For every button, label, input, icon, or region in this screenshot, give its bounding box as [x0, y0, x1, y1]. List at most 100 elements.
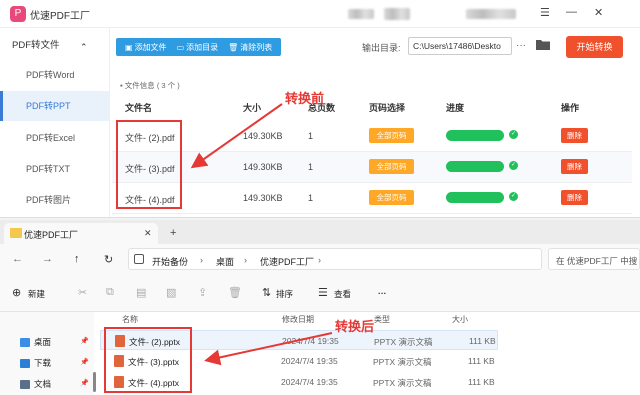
forward-icon[interactable]: → — [42, 253, 53, 265]
annotation-box-after — [104, 327, 192, 393]
sort-button[interactable]: 排序 — [276, 288, 293, 300]
breadcrumb-separator: › — [244, 255, 247, 265]
file-type: PPTX 演示文稿 — [373, 357, 432, 367]
col-header-progress: 进度 — [446, 103, 465, 113]
folder-icon: ▭ — [176, 42, 185, 52]
annotation-box-before — [116, 120, 182, 209]
progress-bar — [446, 192, 504, 203]
check-icon: ✓ — [509, 130, 518, 139]
file-info-label: 文件信息 — [124, 81, 155, 90]
toolbar: ▣ 添加文件 ▭ 添加目录 🗑 清除列表 — [116, 38, 282, 56]
page-select-dropdown[interactable]: 全部页码 — [369, 128, 414, 143]
up-icon[interactable]: ↑ — [74, 253, 80, 265]
col-header-action: 操作 — [561, 103, 580, 113]
sidebar-item-pdf-image[interactable]: PDF转图片 — [0, 185, 110, 215]
sidebar-item-pdf-ppt[interactable]: PDF转PPT — [0, 91, 110, 121]
clear-list-label: 清除列表 — [240, 42, 273, 52]
more-button[interactable]: ··· — [378, 288, 387, 298]
table-row[interactable]: 文件- (2).pdf 149.30KB 1 全部页码 ✓ 删除 — [112, 121, 632, 152]
back-icon[interactable]: ← — [12, 253, 23, 265]
download-icon — [20, 358, 30, 368]
add-directory-button[interactable]: ▭ 添加目录 — [172, 42, 224, 53]
file-info: ▪ 文件信息 ( 3 个 ) — [120, 80, 180, 91]
sidebar-item-pdf-word[interactable]: PDF转Word — [0, 60, 110, 90]
nav-item-downloads[interactable]: 下载 — [20, 357, 51, 369]
clear-list-button[interactable]: 🗑 清除列表 — [223, 42, 277, 53]
delete-button[interactable]: 删除 — [561, 159, 588, 174]
more-options-button[interactable]: ··· — [516, 40, 526, 51]
nav-item-desktop[interactable]: 桌面 — [20, 336, 51, 348]
delete-icon[interactable]: 🗑 — [228, 286, 242, 299]
app-title: 优速PDF工厂 — [30, 11, 90, 22]
table-header: 文件名 大小 总页数 页码选择 进度 操作 — [112, 97, 632, 117]
add-directory-label: 添加目录 — [186, 42, 219, 52]
file-pages: 1 — [308, 131, 314, 141]
rename-icon[interactable]: ▧ — [166, 286, 176, 299]
annotation-label-after: 转换后 — [335, 319, 375, 334]
table-row[interactable]: 文件- (4).pdf 149.30KB 1 全部页码 ✓ 删除 — [112, 183, 632, 214]
col-header-type[interactable]: 类型 — [374, 314, 390, 325]
breadcrumb-item[interactable]: 桌面 — [216, 255, 234, 268]
output-dir-input[interactable]: C:\Users\17486\Deskto — [408, 37, 512, 55]
breadcrumb-separator: › — [200, 255, 203, 265]
view-button[interactable]: 查看 — [334, 288, 351, 300]
annotation-label-before: 转换前 — [285, 91, 325, 106]
scrollbar[interactable] — [93, 372, 96, 392]
nav-label: 桌面 — [34, 337, 52, 347]
check-icon: ✓ — [509, 161, 518, 170]
file-pages: 1 — [308, 162, 314, 172]
paste-icon[interactable]: ▤ — [136, 286, 146, 299]
new-tab-button[interactable]: + — [170, 227, 176, 239]
chevron-up-icon: ⌃ — [80, 42, 88, 52]
new-button[interactable]: 新建 — [28, 288, 45, 300]
nav-label: 下载 — [34, 358, 52, 368]
file-size: 111 KB — [468, 377, 495, 387]
address-icon — [134, 254, 144, 264]
file-modified: 2024/7/4 19:35 — [282, 336, 339, 346]
nav-label: 文档 — [34, 379, 52, 389]
col-header-page-select: 页码选择 — [369, 103, 406, 113]
close-icon[interactable]: ✕ — [594, 6, 603, 19]
file-size: 149.30KB — [243, 162, 283, 172]
search-placeholder: 在 优速PDF工厂 中搜 — [556, 256, 638, 266]
pin-icon: 📌 — [80, 338, 89, 345]
page-select-dropdown[interactable]: 全部页码 — [369, 190, 414, 205]
start-convert-button[interactable]: 开始转换 — [566, 36, 623, 58]
delete-button[interactable]: 删除 — [561, 190, 588, 205]
open-folder-icon[interactable] — [536, 38, 550, 50]
pin-icon: 📌 — [80, 359, 89, 366]
minimize-icon[interactable]: — — [566, 6, 577, 18]
check-icon: ✓ — [509, 192, 518, 201]
cut-icon[interactable]: ✂ — [78, 286, 87, 299]
sidebar-item-pdf-txt[interactable]: PDF转TXT — [0, 154, 110, 184]
col-header-size: 大小 — [243, 103, 262, 113]
sidebar-group-pdf-to-file[interactable]: PDF转文件 ⌃ — [0, 32, 110, 60]
nav-item-documents[interactable]: 文档 — [20, 378, 51, 390]
file-type: PPTX 演示文稿 — [374, 337, 433, 347]
refresh-icon[interactable]: ↻ — [104, 253, 113, 266]
page-select-dropdown[interactable]: 全部页码 — [369, 159, 414, 174]
copy-icon[interactable]: ⧉ — [106, 286, 114, 299]
breadcrumb-item[interactable]: 开始备份 — [152, 255, 188, 268]
col-header-name[interactable]: 名称 — [122, 314, 138, 325]
output-dir-label: 输出目录: — [362, 43, 401, 53]
share-icon[interactable]: ⇪ — [198, 286, 207, 299]
blurred-area — [466, 9, 516, 19]
delete-button[interactable]: 删除 — [561, 128, 588, 143]
file-type: PPTX 演示文稿 — [373, 378, 432, 388]
new-icon: ⊕ — [12, 287, 22, 299]
file-size: 149.30KB — [243, 131, 283, 141]
file-modified: 2024/7/4 19:35 — [281, 377, 338, 387]
address-bar[interactable] — [128, 248, 542, 270]
file-pages: 1 — [308, 193, 314, 203]
menu-icon[interactable]: ☰ — [540, 6, 550, 19]
col-header-modified[interactable]: 修改日期 — [282, 314, 314, 325]
view-icon: ☰ — [318, 287, 328, 299]
table-row[interactable]: 文件- (3).pdf 149.30KB 1 全部页码 ✓ 删除 — [112, 152, 632, 183]
add-file-button[interactable]: ▣ 添加文件 — [120, 42, 172, 53]
document-icon — [20, 379, 30, 389]
breadcrumb-item[interactable]: 优速PDF工厂 — [260, 255, 314, 268]
col-header-size[interactable]: 大小 — [452, 314, 468, 325]
close-tab-icon[interactable]: ✕ — [144, 228, 152, 239]
sidebar-item-pdf-excel[interactable]: PDF转Excel — [0, 123, 110, 153]
